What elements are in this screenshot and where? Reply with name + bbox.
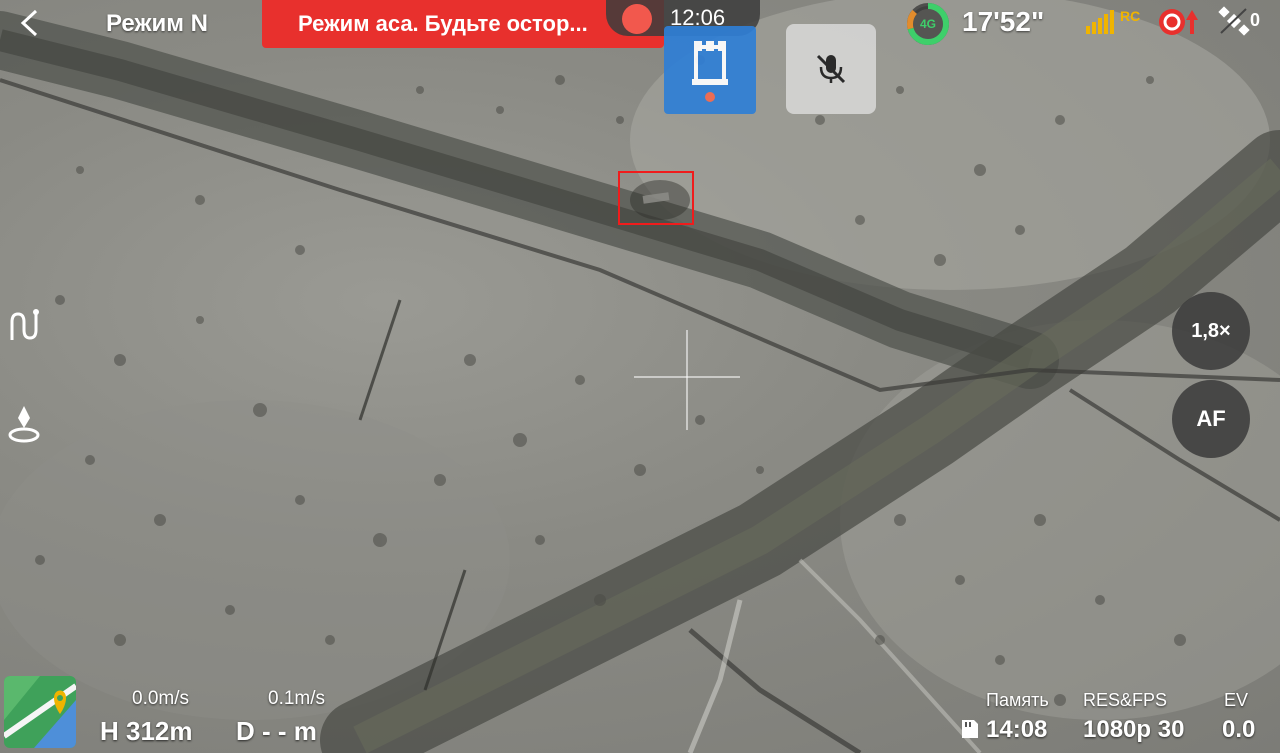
crosshair-icon xyxy=(634,330,740,430)
memory-label: Память xyxy=(986,690,1049,710)
alert-icon[interactable] xyxy=(1156,6,1204,38)
horizontal-speed: 0.0m/s xyxy=(132,688,190,709)
distance-readout: D - - m xyxy=(236,716,317,746)
record-dot-icon xyxy=(622,4,652,34)
back-button[interactable] xyxy=(14,8,44,38)
resfps-value[interactable]: 1080p 30 xyxy=(1083,716,1184,744)
microphone-off-icon xyxy=(816,54,846,84)
autofocus-button[interactable]: AF xyxy=(1172,380,1250,458)
tower-icon xyxy=(692,41,728,102)
flight-time: 17'52" xyxy=(962,6,1045,37)
ev-value[interactable]: 0.0 xyxy=(1222,716,1255,744)
warning-banner: Режим аса. Будьте остор... xyxy=(262,0,664,48)
flight-mode-label[interactable]: Режим N xyxy=(106,10,208,38)
map-pin-icon xyxy=(4,676,76,748)
zoom-button[interactable]: 1,8× xyxy=(1172,292,1250,370)
height-readout: H 312m xyxy=(100,716,193,746)
memory-value: 14:08 xyxy=(986,716,1048,743)
mini-map[interactable] xyxy=(4,676,76,748)
landing-icon[interactable] xyxy=(6,404,42,444)
target-box xyxy=(618,171,694,225)
sd-card-icon xyxy=(962,720,978,738)
battery-label: 4G xyxy=(919,17,936,31)
rc-label: RC xyxy=(1120,8,1141,24)
mute-button[interactable] xyxy=(786,24,876,114)
satellite-icon xyxy=(1218,6,1250,36)
tower-button[interactable] xyxy=(664,26,756,114)
route-icon[interactable] xyxy=(6,308,42,344)
chevron-left-icon xyxy=(20,9,38,37)
vertical-speed: 0.1m/s xyxy=(268,688,326,709)
ev-label: EV xyxy=(1224,690,1249,710)
resfps-label: RES&FPS xyxy=(1083,690,1168,710)
satellite-count: 0 xyxy=(1250,10,1261,30)
battery-indicator: 4G xyxy=(906,2,950,46)
warning-text: Режим аса. Будьте остор... xyxy=(298,11,588,36)
